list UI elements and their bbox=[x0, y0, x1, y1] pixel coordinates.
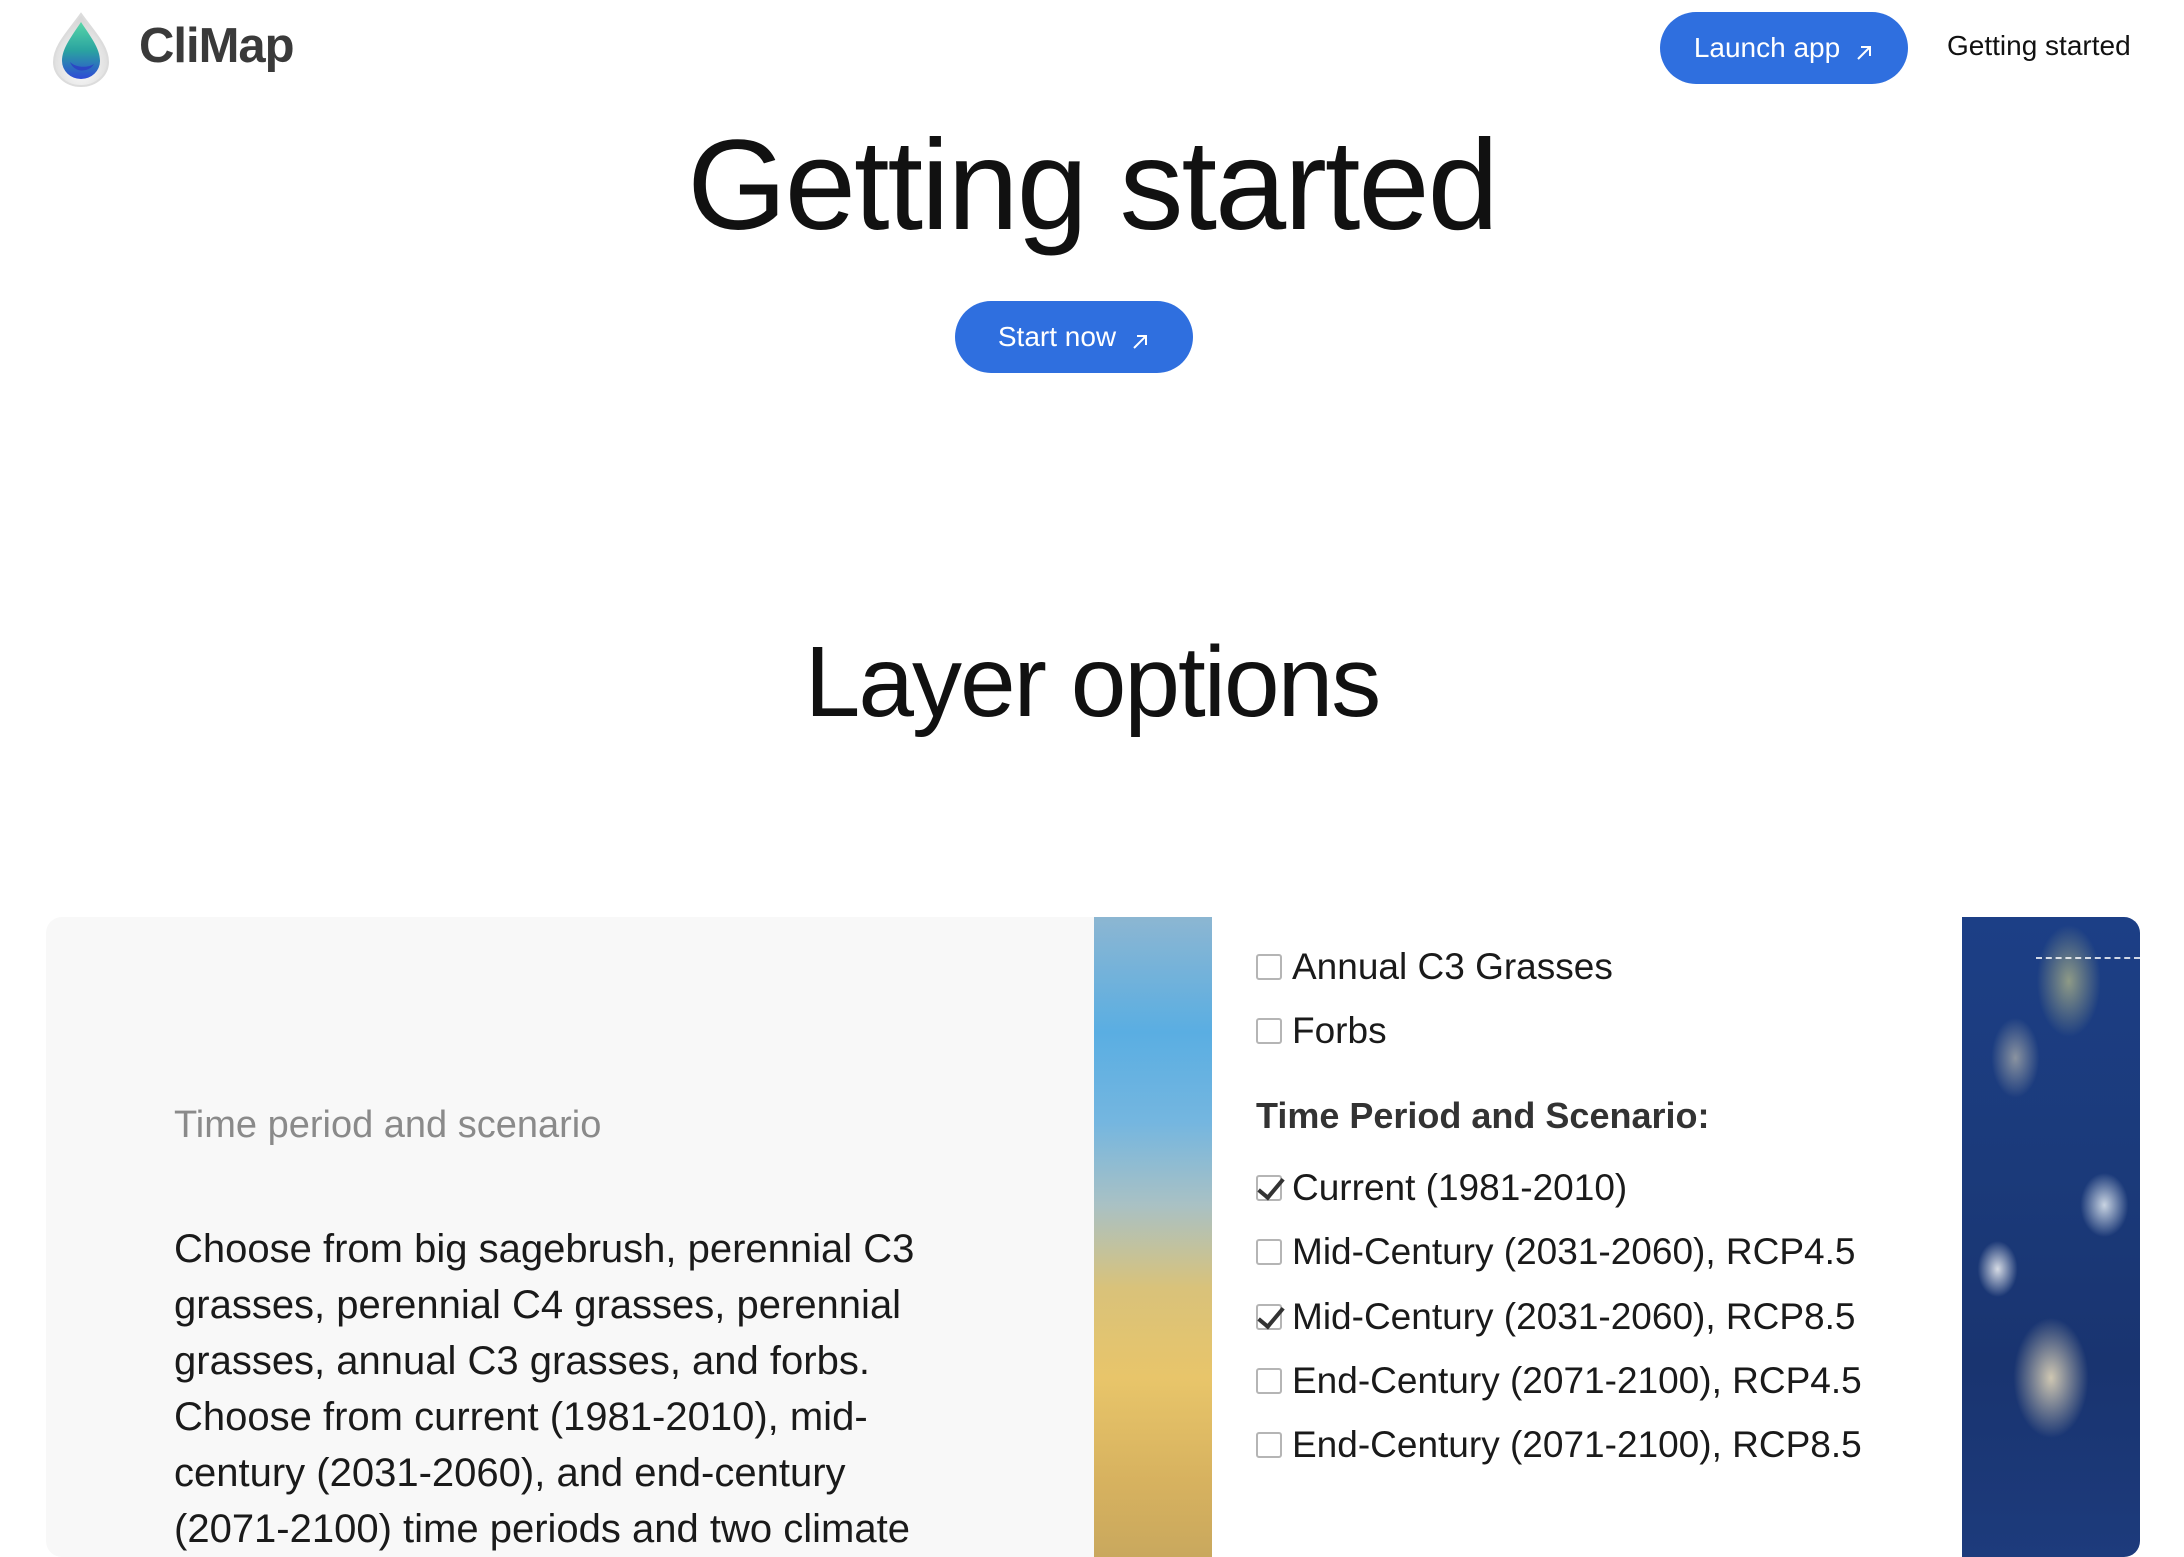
checkbox[interactable] bbox=[1256, 1239, 1282, 1265]
option-label: End-Century (2071-2100), RCP8.5 bbox=[1292, 1424, 1862, 1465]
arrow-up-right-icon bbox=[1130, 327, 1150, 349]
nav-getting-started-link[interactable]: Getting started bbox=[1947, 30, 2131, 62]
climap-logo-icon[interactable] bbox=[48, 12, 114, 88]
launch-app-button[interactable]: Launch app bbox=[1660, 12, 1908, 84]
option-end-century-rcp45[interactable]: End-Century (2071-2100), RCP4.5 bbox=[1256, 1360, 1862, 1402]
map-boundary-line bbox=[2036, 957, 2140, 959]
checkbox-checked[interactable] bbox=[1256, 1175, 1282, 1201]
option-label: Annual C3 Grasses bbox=[1292, 946, 1613, 987]
brand-name[interactable]: CliMap bbox=[139, 18, 295, 74]
map-preview-image bbox=[1962, 917, 2140, 1557]
option-label: Mid-Century (2031-2060), RCP4.5 bbox=[1292, 1231, 1856, 1272]
start-now-button[interactable]: Start now bbox=[955, 301, 1193, 373]
section-title: Layer options bbox=[804, 626, 1381, 738]
option-forbs[interactable]: Forbs bbox=[1256, 1010, 1387, 1052]
time-period-heading: Time Period and Scenario: bbox=[1256, 1095, 1710, 1136]
option-current[interactable]: Current (1981-2010) bbox=[1256, 1167, 1627, 1209]
launch-app-label: Launch app bbox=[1693, 32, 1841, 63]
option-mid-century-rcp45[interactable]: Mid-Century (2031-2060), RCP4.5 bbox=[1256, 1231, 1855, 1273]
page-title: Getting started bbox=[687, 114, 1499, 257]
map-preview-strip bbox=[1094, 917, 1212, 1557]
card-description: Choose from big sagebrush, perennial C3 … bbox=[174, 1227, 915, 1551]
checkbox[interactable] bbox=[1256, 1018, 1282, 1044]
option-label: End-Century (2071-2100), RCP4.5 bbox=[1292, 1360, 1862, 1401]
option-label: Current (1981-2010) bbox=[1292, 1167, 1628, 1208]
arrow-up-right-icon bbox=[1854, 38, 1874, 60]
option-annual-c3-grasses[interactable]: Annual C3 Grasses bbox=[1256, 946, 1613, 988]
card-subtitle: Time period and scenario bbox=[174, 1104, 602, 1146]
option-label: Forbs bbox=[1292, 1010, 1387, 1051]
checkbox-checked[interactable] bbox=[1256, 1304, 1282, 1330]
option-mid-century-rcp85[interactable]: Mid-Century (2031-2060), RCP8.5 bbox=[1256, 1296, 1855, 1338]
option-label: Mid-Century (2031-2060), RCP8.5 bbox=[1292, 1296, 1856, 1337]
checkbox[interactable] bbox=[1256, 1432, 1282, 1458]
option-end-century-rcp85[interactable]: End-Century (2071-2100), RCP8.5 bbox=[1256, 1424, 1862, 1466]
checkbox[interactable] bbox=[1256, 1368, 1282, 1394]
start-now-label: Start now bbox=[997, 321, 1117, 352]
checkbox[interactable] bbox=[1256, 954, 1282, 980]
